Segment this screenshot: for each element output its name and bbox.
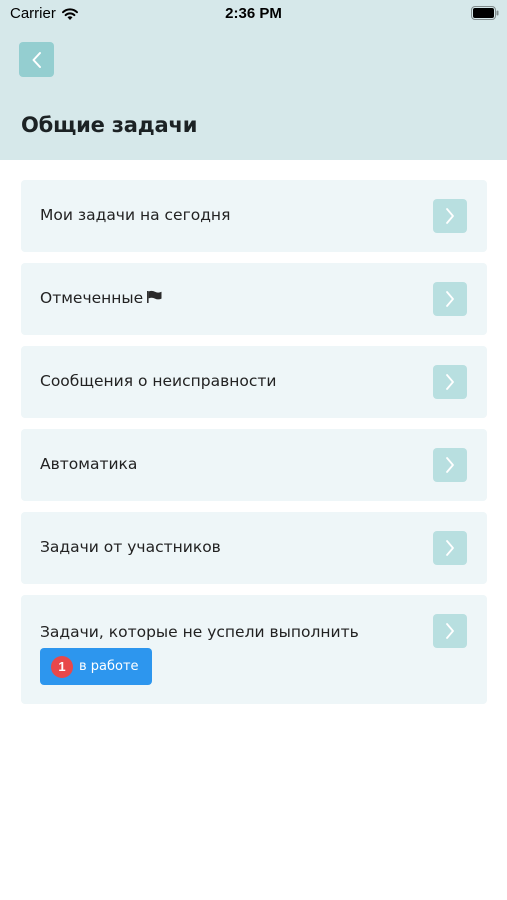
header: Carrier 2:36 PM Общие задачи	[0, 0, 507, 160]
task-list: Мои задачи на сегодня Отмеченные Сообщен…	[21, 180, 487, 715]
chevron-right-icon	[446, 540, 454, 556]
task-item-from-members[interactable]: Задачи от участников	[21, 512, 487, 584]
page-title: Общие задачи	[21, 113, 198, 137]
back-button[interactable]	[19, 42, 54, 77]
flag-icon	[147, 290, 162, 303]
task-label: Отмеченные	[40, 289, 144, 307]
task-item-automation[interactable]: Автоматика	[21, 429, 487, 501]
task-item-flagged[interactable]: Отмеченные	[21, 263, 487, 335]
task-item-my-today[interactable]: Мои задачи на сегодня	[21, 180, 487, 252]
chevron-button[interactable]	[433, 448, 467, 482]
chip-label: в работе	[79, 659, 139, 674]
task-label: Сообщения о неисправности	[40, 372, 277, 390]
task-label-wrap: Отмеченные	[40, 289, 163, 307]
task-item-fault-reports[interactable]: Сообщения о неисправности	[21, 346, 487, 418]
chevron-right-icon	[446, 623, 454, 639]
chevron-button[interactable]	[433, 282, 467, 316]
task-label: Автоматика	[40, 455, 138, 473]
task-label: Задачи от участников	[40, 538, 221, 556]
chevron-right-icon	[446, 208, 454, 224]
status-time: 2:36 PM	[225, 5, 282, 22]
chevron-right-icon	[446, 291, 454, 307]
status-bar: Carrier 2:36 PM	[0, 0, 507, 28]
chevron-right-icon	[446, 374, 454, 390]
chevron-button[interactable]	[433, 531, 467, 565]
chevron-button[interactable]	[433, 614, 467, 648]
chevron-right-icon	[446, 457, 454, 473]
task-label: Мои задачи на сегодня	[40, 206, 231, 224]
count-badge: 1	[51, 655, 73, 678]
in-progress-chip[interactable]: 1 в работе	[40, 648, 152, 685]
chevron-button[interactable]	[433, 365, 467, 399]
battery-icon	[471, 6, 499, 20]
task-label: Задачи, которые не успели выполнить	[40, 623, 359, 641]
chevron-left-icon	[32, 51, 41, 68]
chevron-button[interactable]	[433, 199, 467, 233]
task-item-overdue[interactable]: Задачи, которые не успели выполнить 1 в …	[21, 595, 487, 704]
